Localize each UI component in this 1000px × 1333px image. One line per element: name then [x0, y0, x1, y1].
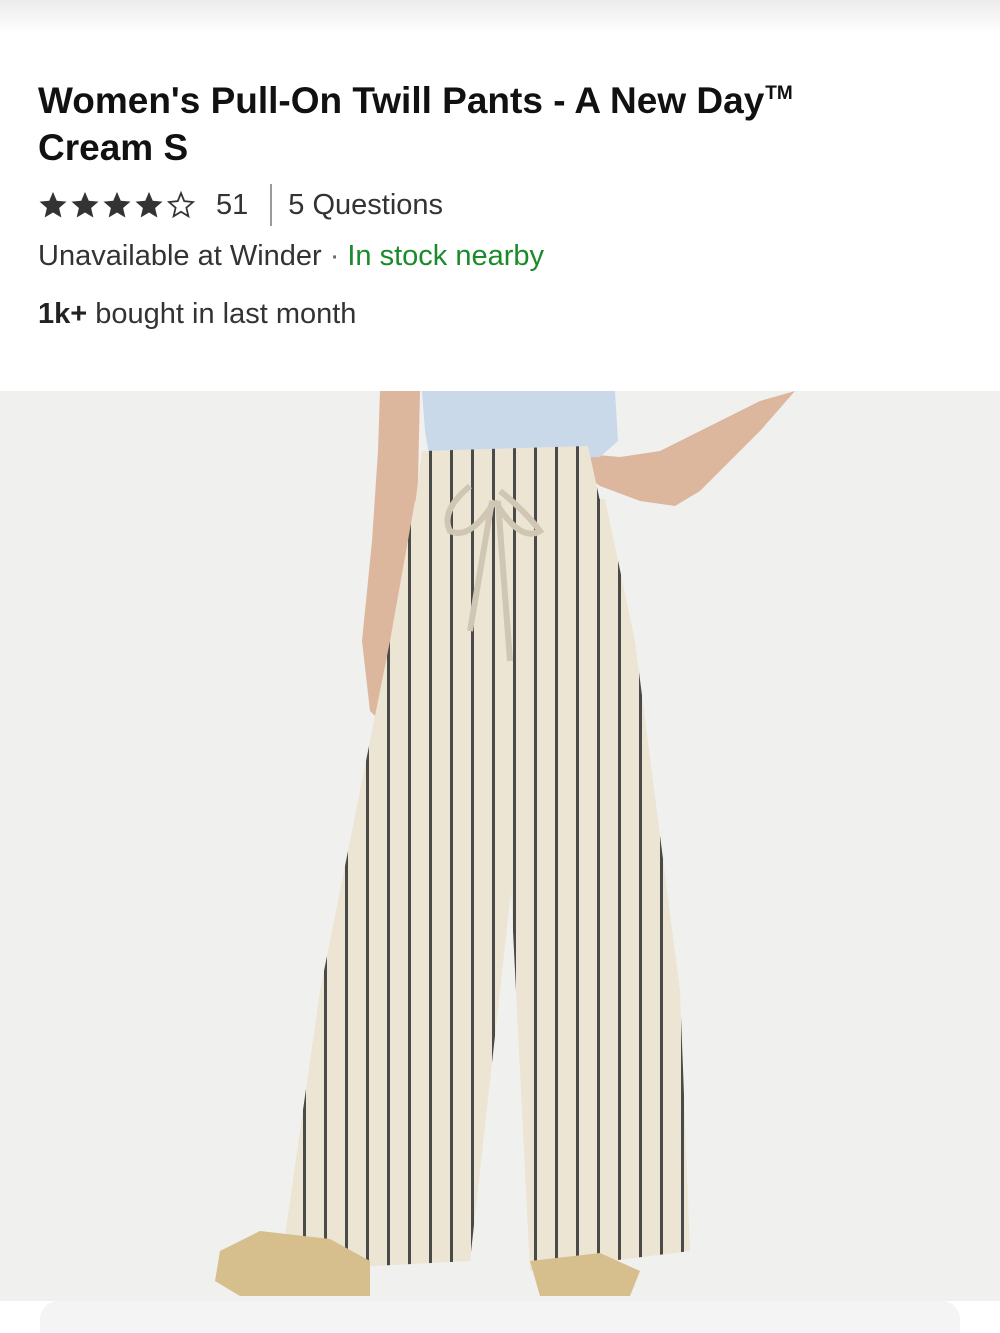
next-card-edge — [40, 1301, 960, 1333]
availability-row: Unavailable at Winder · In stock nearby — [38, 240, 544, 273]
product-title: Women's Pull-On Twill Pants - A New DayT… — [38, 70, 958, 171]
star-filled-icon — [103, 191, 131, 218]
product-image[interactable] — [0, 391, 1000, 1301]
trademark-symbol: TM — [765, 83, 793, 104]
product-title-text: Women's Pull-On Twill Pants - A New Day — [38, 80, 765, 121]
star-filled-icon — [135, 191, 163, 218]
star-rating[interactable] — [38, 190, 196, 220]
product-variant: Cream S — [38, 127, 189, 168]
bottom-strip — [0, 1301, 1000, 1333]
product-header: Women's Pull-On Twill Pants - A New DayT… — [38, 70, 958, 171]
bought-count: 1k+ — [38, 298, 88, 330]
star-filled-icon — [39, 191, 67, 218]
rating-divider — [270, 184, 273, 226]
bought-text: bought in last month — [95, 298, 357, 330]
star-filled-icon — [71, 191, 99, 218]
in-stock-nearby-link[interactable]: In stock nearby — [347, 240, 544, 272]
store-status[interactable]: Unavailable at Winder — [38, 240, 322, 272]
top-fade — [0, 0, 1000, 34]
review-count[interactable]: 51 — [216, 189, 248, 222]
bought-last-month: 1k+ bought in last month — [38, 298, 356, 331]
availability-separator: · — [329, 240, 340, 272]
questions-link[interactable]: 5 Questions — [288, 189, 443, 222]
rating-row[interactable]: 51 5 Questions — [38, 182, 443, 228]
star-empty-icon — [166, 190, 196, 219]
